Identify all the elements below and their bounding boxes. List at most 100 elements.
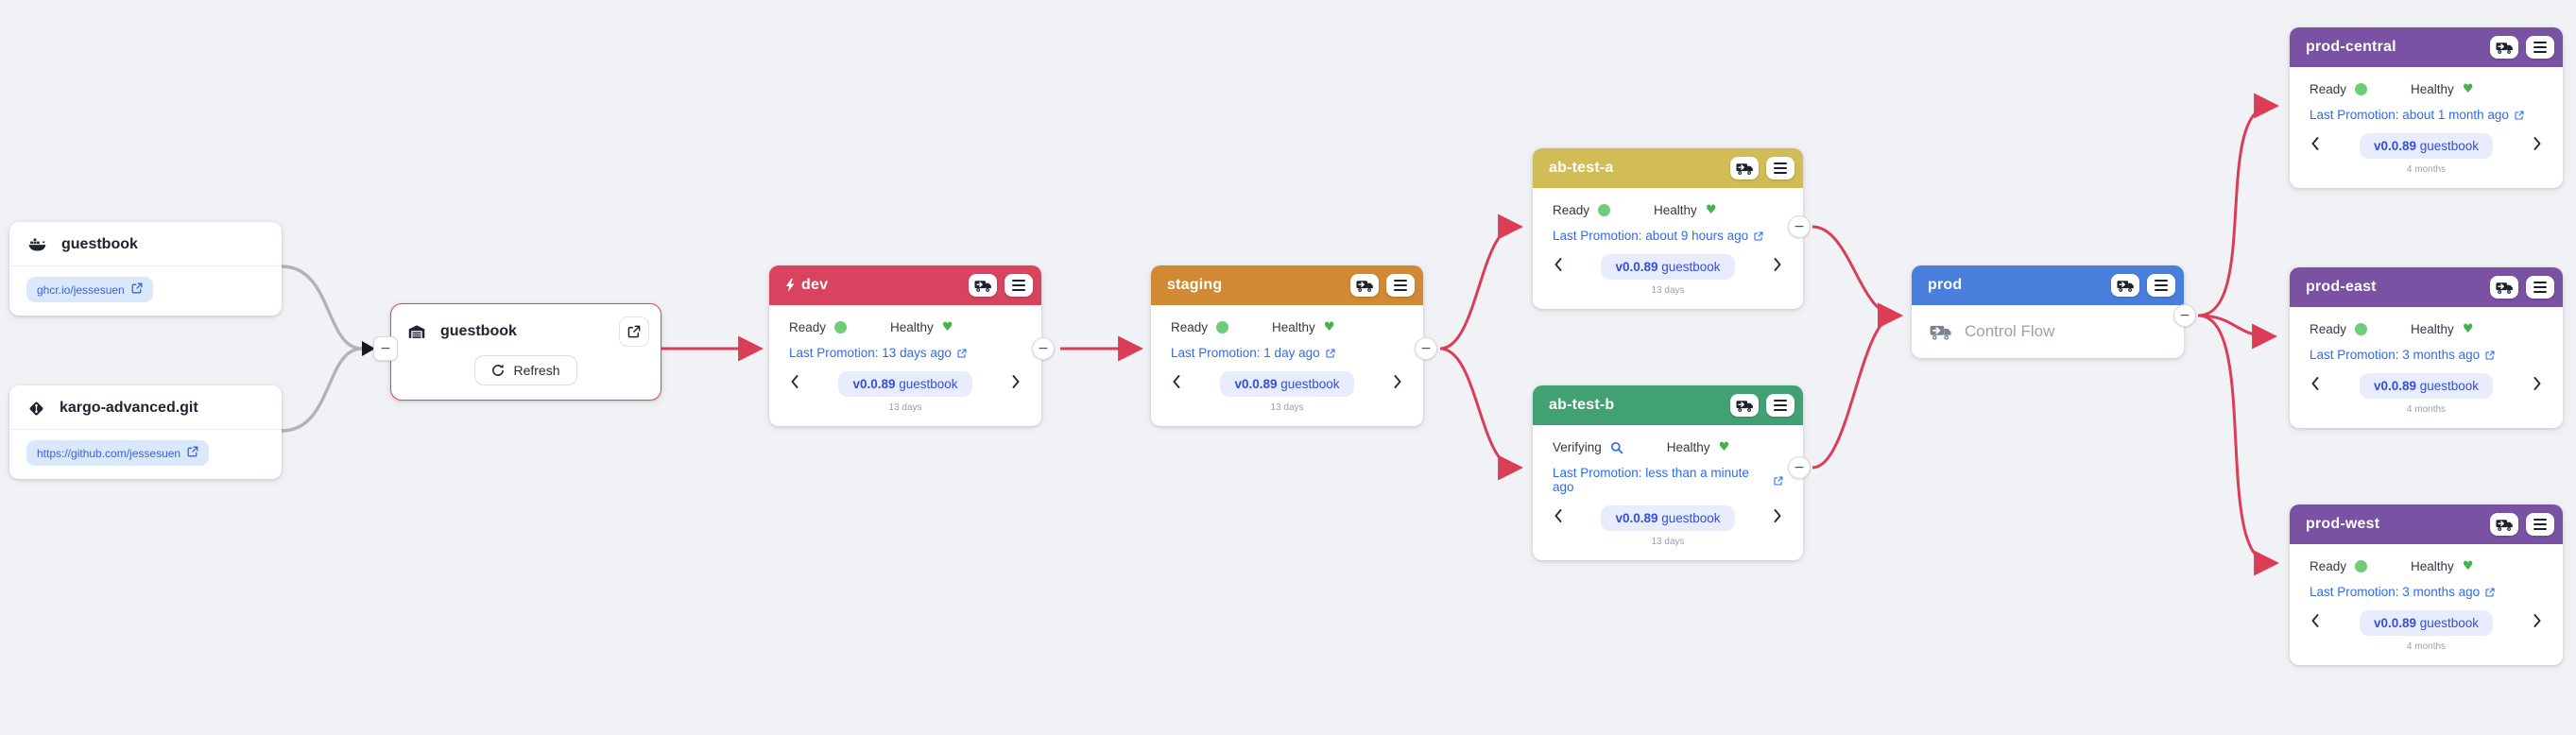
freight-artifact: guestbook — [1661, 260, 1720, 274]
carousel-next-button[interactable] — [2525, 133, 2550, 150]
repo-node-guestbook-image[interactable]: guestbook ghcr.io/jessesuen — [9, 222, 282, 316]
external-link-icon — [2485, 350, 2495, 360]
stage-menu-button[interactable] — [2526, 36, 2554, 59]
carousel-prev-button[interactable] — [2303, 373, 2327, 390]
stage-node-prod[interactable]: prod Control Flow — [1912, 265, 2184, 358]
refresh-button[interactable]: Refresh — [474, 355, 576, 385]
stage-menu-button[interactable] — [1766, 157, 1795, 179]
freight-version-pill[interactable]: v0.0.89 guestbook — [1601, 254, 1734, 280]
freight-age: 4 months — [2327, 164, 2525, 175]
freight-version-pill[interactable]: v0.0.89 guestbook — [2360, 133, 2493, 159]
carousel-next-button[interactable] — [2525, 610, 2550, 627]
external-link-icon — [187, 446, 198, 460]
carousel-prev-button[interactable] — [2303, 133, 2327, 150]
carousel-next-button[interactable] — [1385, 371, 1410, 388]
repo-link-button[interactable]: ghcr.io/jessesuen — [26, 277, 153, 302]
warehouse-open-button[interactable] — [619, 316, 649, 347]
last-promotion-link[interactable]: Last Promotion: less than a minute ago — [1533, 454, 1803, 494]
last-promotion-link[interactable]: Last Promotion: 3 months ago — [2290, 336, 2563, 362]
last-promotion-link[interactable]: Last Promotion: 3 months ago — [2290, 573, 2563, 599]
stage-menu-button[interactable] — [2147, 274, 2175, 297]
freight-version-pill[interactable]: v0.0.89 guestbook — [1220, 371, 1353, 397]
stage-phase: Verifying — [1553, 440, 1623, 454]
carousel-next-button[interactable] — [1765, 505, 1790, 522]
stage-health: Healthy ♥ — [1667, 440, 1729, 454]
last-promotion-label: Last Promotion: about 9 hours ago — [1553, 229, 1748, 243]
freight-version-pill[interactable]: v0.0.89 guestbook — [2360, 373, 2493, 399]
freight-truck-button[interactable] — [2490, 513, 2518, 536]
control-flow-truck-icon — [1930, 323, 1952, 341]
ab-test-b-collapse-button[interactable]: − — [1788, 456, 1811, 479]
stage-menu-button[interactable] — [2526, 513, 2554, 536]
stage-name: staging — [1167, 277, 1222, 294]
stage-header: prod-west — [2290, 504, 2563, 544]
warehouse-collapse-button[interactable]: − — [373, 336, 398, 361]
repo-link-label: https://github.com/jessesuen — [37, 447, 180, 460]
staging-collapse-button[interactable]: − — [1415, 337, 1437, 360]
edge-prod-prod-central — [2198, 106, 2272, 316]
stage-menu-button[interactable] — [1766, 394, 1795, 417]
carousel-next-button[interactable] — [2525, 373, 2550, 390]
warehouse-node-guestbook[interactable]: guestbook Refresh — [390, 303, 661, 401]
last-promotion-link[interactable]: Last Promotion: 13 days ago — [769, 334, 1041, 360]
stage-phase: Ready — [1171, 320, 1228, 334]
stage-node-staging[interactable]: staging Ready Healthy ♥ Last Promotion: … — [1151, 265, 1423, 426]
pipeline-canvas[interactable]: guestbook ghcr.io/jessesuen kargo-advanc… — [0, 0, 2576, 735]
hamburger-icon — [1012, 280, 1025, 291]
freight-version-pill[interactable]: v0.0.89 guestbook — [1601, 505, 1734, 531]
stage-node-ab-test-b[interactable]: ab-test-b Verifying Healthy ♥ Last Promo… — [1533, 385, 1803, 560]
freight-version-pill[interactable]: v0.0.89 guestbook — [2360, 610, 2493, 636]
dev-collapse-button[interactable]: − — [1032, 337, 1055, 360]
freight-truck-button[interactable] — [1730, 394, 1759, 417]
hamburger-icon — [2533, 42, 2547, 53]
stage-node-prod-central[interactable]: prod-central Ready Healthy ♥ Last Promot… — [2290, 27, 2563, 188]
stage-phase: Ready — [789, 320, 847, 334]
stage-node-prod-east[interactable]: prod-east Ready Healthy ♥ Last Promotion… — [2290, 267, 2563, 428]
freight-truck-button[interactable] — [969, 274, 997, 297]
edge-prod-prod-west — [2198, 316, 2272, 563]
last-promotion-link[interactable]: Last Promotion: about 1 month ago — [2290, 96, 2563, 122]
carousel-prev-button[interactable] — [1546, 505, 1571, 522]
ab-test-a-collapse-button[interactable]: − — [1788, 215, 1811, 238]
stage-menu-button[interactable] — [2526, 276, 2554, 299]
carousel-next-button[interactable] — [1004, 371, 1028, 388]
stage-health: Healthy ♥ — [890, 320, 953, 334]
stage-health: Healthy ♥ — [2411, 559, 2473, 573]
repo-node-kargo-advanced-git[interactable]: kargo-advanced.git https://github.com/je… — [9, 385, 282, 479]
stage-name: prod-central — [2306, 39, 2396, 56]
stage-node-prod-west[interactable]: prod-west Ready Healthy ♥ Last Promotion… — [2290, 504, 2563, 665]
prod-collapse-button[interactable]: − — [2173, 304, 2196, 327]
last-promotion-link[interactable]: Last Promotion: 1 day ago — [1151, 334, 1423, 360]
freight-age: 4 months — [2327, 641, 2525, 652]
carousel-prev-button[interactable] — [2303, 610, 2327, 627]
last-promotion-link[interactable]: Last Promotion: about 9 hours ago — [1533, 217, 1803, 243]
carousel-prev-button[interactable] — [782, 371, 807, 388]
stage-menu-button[interactable] — [1386, 274, 1415, 297]
stage-phase: Ready — [2310, 322, 2367, 336]
carousel-prev-button[interactable] — [1164, 371, 1189, 388]
stage-header: ab-test-a — [1533, 148, 1803, 188]
carousel-prev-button[interactable] — [1546, 254, 1571, 271]
phase-label: Ready — [1171, 320, 1208, 334]
health-label: Healthy — [2411, 559, 2454, 573]
stage-header: prod-central — [2290, 27, 2563, 67]
stage-menu-button[interactable] — [1005, 274, 1033, 297]
source-edges — [282, 266, 362, 431]
freight-artifact: guestbook — [2420, 616, 2479, 630]
freight-truck-button[interactable] — [2490, 276, 2518, 299]
freight-truck-button[interactable] — [2111, 274, 2139, 297]
freight-truck-button[interactable] — [1730, 157, 1759, 179]
stage-name: prod-east — [2306, 279, 2377, 296]
stage-node-dev[interactable]: dev Ready Healthy ♥ Last Promotion: 13 d… — [769, 265, 1041, 426]
stage-phase: Ready — [1553, 203, 1610, 217]
carousel-next-button[interactable] — [1765, 254, 1790, 271]
stage-node-ab-test-a[interactable]: ab-test-a Ready Healthy ♥ Last Promotion… — [1533, 148, 1803, 309]
repo-link-button[interactable]: https://github.com/jessesuen — [26, 440, 209, 466]
external-link-icon — [1774, 476, 1783, 486]
external-link-icon — [1754, 231, 1763, 241]
healthy-heart-icon: ♥ — [2463, 323, 2474, 335]
healthy-heart-icon: ♥ — [942, 321, 953, 333]
freight-truck-button[interactable] — [1350, 274, 1379, 297]
freight-truck-button[interactable] — [2490, 36, 2518, 59]
freight-version-pill[interactable]: v0.0.89 guestbook — [838, 371, 971, 397]
